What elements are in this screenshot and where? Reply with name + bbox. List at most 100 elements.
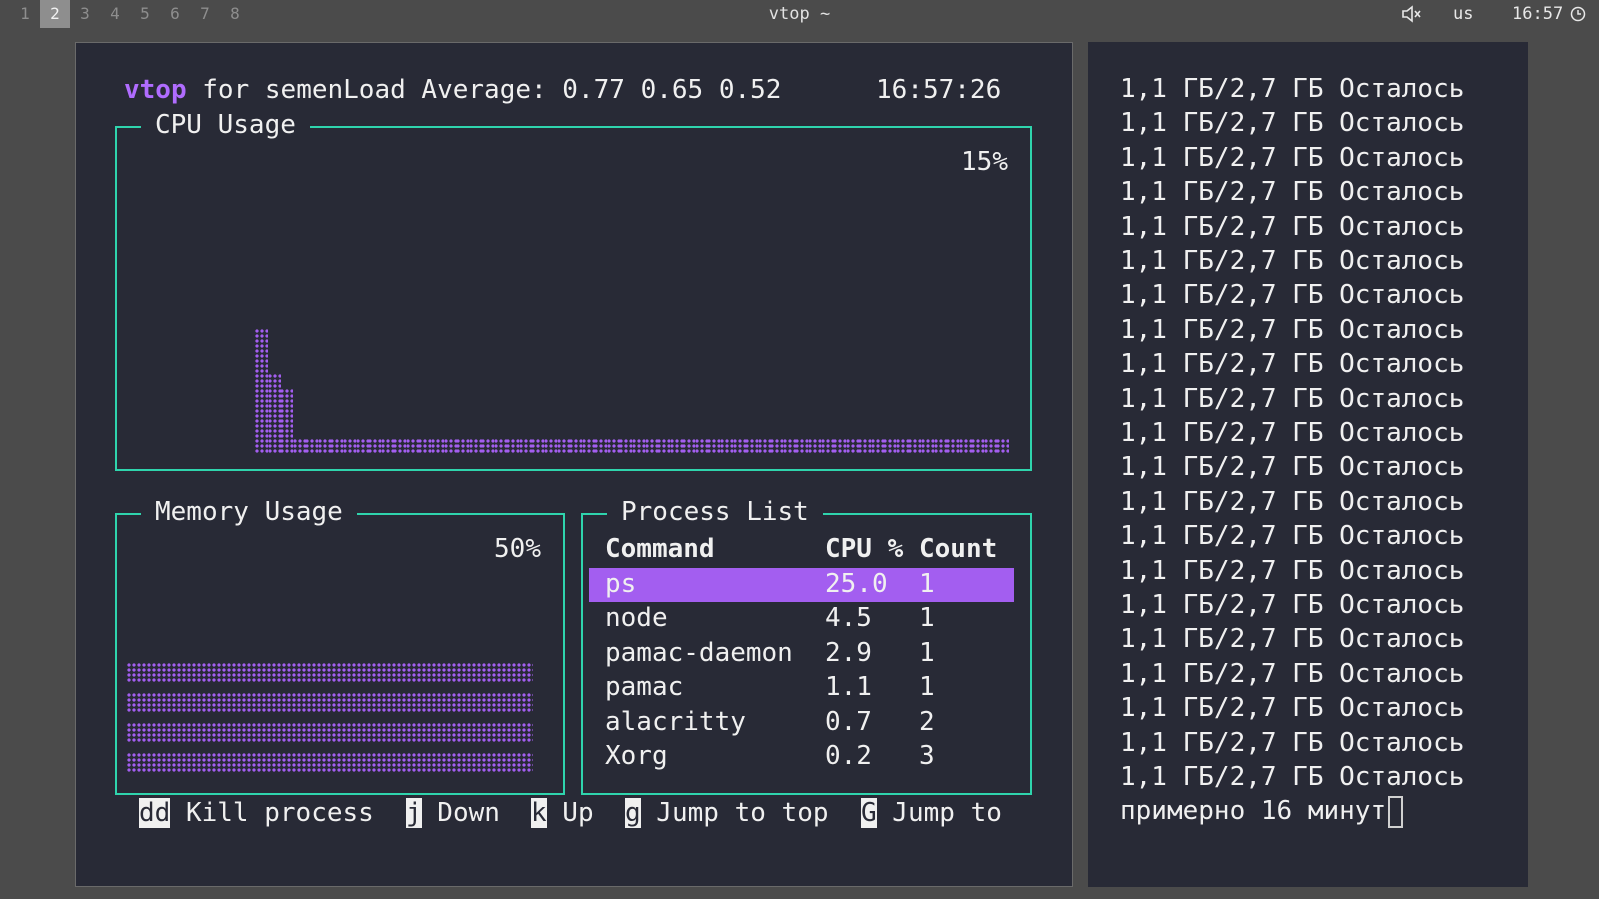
cpu-history-bar <box>933 439 947 454</box>
column-header: CPU % <box>825 534 904 564</box>
cpu-history-bar <box>845 439 859 454</box>
cpu-history-bar <box>996 439 1010 454</box>
cpu-history-bar <box>795 439 809 454</box>
terminal-line: 1,1 ГБ/2,7 ГБ Осталось <box>1120 246 1465 276</box>
terminal-line: 1,1 ГБ/2,7 ГБ Осталось <box>1120 418 1465 448</box>
terminal-line: 1,1 ГБ/2,7 ГБ Осталось <box>1120 452 1465 483</box>
app-name: vtop <box>124 75 187 105</box>
cpu-history-bar <box>619 439 633 454</box>
cpu-history-bar <box>531 439 545 454</box>
cpu-history-bar <box>368 439 382 454</box>
terminal-line: 1,1 ГБ/2,7 ГБ Осталось <box>1120 590 1465 620</box>
cpu-history-bar <box>820 439 834 454</box>
process-count[interactable]: 1 <box>919 636 935 671</box>
terminal-window[interactable]: 1,1 ГБ/2,7 ГБ Осталось 1,1 ГБ/2,7 ГБ Оста… <box>1088 42 1528 887</box>
speaker-muted-icon[interactable] <box>1401 0 1421 28</box>
cpu-history-bar <box>669 439 683 454</box>
help-item: dd Kill process <box>139 796 374 831</box>
cpu-history-bar <box>807 439 821 454</box>
process-name[interactable]: ps <box>605 567 636 602</box>
process-name[interactable]: pamac-daemon <box>605 636 793 671</box>
terminal-line: 1,1 ГБ/2,7 ГБ Осталось <box>1120 521 1465 552</box>
terminal-line: 1,1 ГБ/2,7 ГБ Осталось <box>1120 762 1465 792</box>
keyboard-layout-indicator[interactable]: us <box>1453 0 1473 28</box>
process-table[interactable]: Command CPU % Count ps 25.0 1 node 4.5 1 pamac-da… <box>583 515 1030 793</box>
help-key: k <box>531 798 547 828</box>
cpu-history-bar <box>694 439 708 454</box>
terminal-line: 1,1 ГБ/2,7 ГБ Осталось <box>1120 349 1465 380</box>
text-cursor <box>1388 795 1404 828</box>
terminal-line: 1,1 ГБ/2,7 ГБ Осталось <box>1120 211 1465 242</box>
cpu-history-bar <box>355 439 369 454</box>
help-label: Kill process <box>170 798 374 828</box>
cpu-history-bar <box>556 439 570 454</box>
cpu-history-bar <box>946 439 960 454</box>
terminal-line: 1,1 ГБ/2,7 ГБ Осталось <box>1120 383 1465 414</box>
process-count[interactable]: 3 <box>919 739 935 774</box>
process-name[interactable]: node <box>605 601 668 636</box>
cpu-history-bar <box>518 439 532 454</box>
cpu-history-bar <box>342 439 356 454</box>
process-count[interactable]: 1 <box>919 567 935 602</box>
process-cpu[interactable]: 4.5 <box>825 601 872 636</box>
cpu-history-bar <box>606 439 620 454</box>
cpu-history-bar <box>707 439 721 454</box>
cpu-history-bar <box>581 439 595 454</box>
help-item: g Jump to top <box>625 796 829 831</box>
cpu-history-bar <box>632 439 645 454</box>
memory-bar-row <box>127 693 533 713</box>
cpu-history-bar <box>921 439 935 454</box>
cpu-history-bar <box>757 439 771 454</box>
help-label: Jump to <box>876 798 1002 828</box>
cpu-history-bar <box>732 439 746 454</box>
cpu-history-bar <box>493 439 507 454</box>
help-label: Down <box>421 798 500 828</box>
help-key: j <box>406 798 422 828</box>
vtop-header: vtop for semenLoad Average: 0.77 0.65 0.… <box>124 73 781 108</box>
cpu-history-bar <box>983 439 997 454</box>
process-name[interactable]: pamac <box>605 670 683 705</box>
cpu-history-bar <box>719 439 733 454</box>
process-cpu[interactable]: 2.9 <box>825 636 872 671</box>
cpu-history-bar <box>544 439 558 454</box>
cpu-history-bar <box>682 439 696 454</box>
terminal-prompt-line[interactable]: примерно 16 минут <box>1120 794 1404 829</box>
cpu-history-bar <box>481 439 495 454</box>
cpu-history-bar <box>292 439 306 454</box>
keybinding-help-bar: dd Kill process j Down k Up g Jump to top G … <box>139 796 1039 831</box>
load-average: for semenLoad Average: 0.77 0.65 0.52 <box>186 75 782 105</box>
help-label: Up <box>546 798 594 828</box>
process-cpu[interactable]: 0.2 <box>825 739 872 774</box>
process-cpu[interactable]: 0.7 <box>825 705 872 740</box>
cpu-history-bar <box>895 439 909 454</box>
cpu-history-bar <box>883 439 897 454</box>
terminal-line: 1,1 ГБ/2,7 ГБ Осталось <box>1120 658 1465 689</box>
memory-usage-bar <box>117 515 563 793</box>
terminal-line: 1,1 ГБ/2,7 ГБ Осталось <box>1120 74 1465 104</box>
cpu-history-bar <box>405 439 419 454</box>
process-count[interactable]: 1 <box>919 670 935 705</box>
process-cpu[interactable]: 1.1 <box>825 670 872 705</box>
help-item: j Down <box>406 796 500 831</box>
cpu-history-bar <box>569 439 583 454</box>
header-time: 16:57:26 <box>876 75 1002 105</box>
help-key: dd <box>139 798 171 828</box>
cpu-history-bar <box>317 439 331 454</box>
process-cpu[interactable]: 25.0 <box>825 567 888 602</box>
cpu-history-bar <box>782 439 796 454</box>
process-count[interactable]: 2 <box>919 705 935 740</box>
cpu-history-bar <box>255 329 268 454</box>
process-count[interactable]: 1 <box>919 601 935 636</box>
terminal-line: 1,1 ГБ/2,7 ГБ Осталось <box>1120 108 1465 139</box>
cpu-history-graph <box>117 128 1030 469</box>
terminal-line: 1,1 ГБ/2,7 ГБ Осталось <box>1120 555 1465 586</box>
cpu-history-bar <box>594 439 608 454</box>
process-name[interactable]: Xorg <box>605 739 668 774</box>
help-key: g <box>625 798 641 828</box>
cpu-history-bar <box>506 439 520 454</box>
process-name[interactable]: alacritty <box>605 705 746 740</box>
vtop-terminal-window[interactable]: vtop for semenLoad Average: 0.77 0.65 0.… <box>75 42 1073 887</box>
terminal-line: 1,1 ГБ/2,7 ГБ Осталось <box>1120 177 1465 208</box>
terminal-line: 1,1 ГБ/2,7 ГБ Осталось <box>1120 486 1465 517</box>
clock-text[interactable]: 16:57 <box>1512 0 1563 28</box>
